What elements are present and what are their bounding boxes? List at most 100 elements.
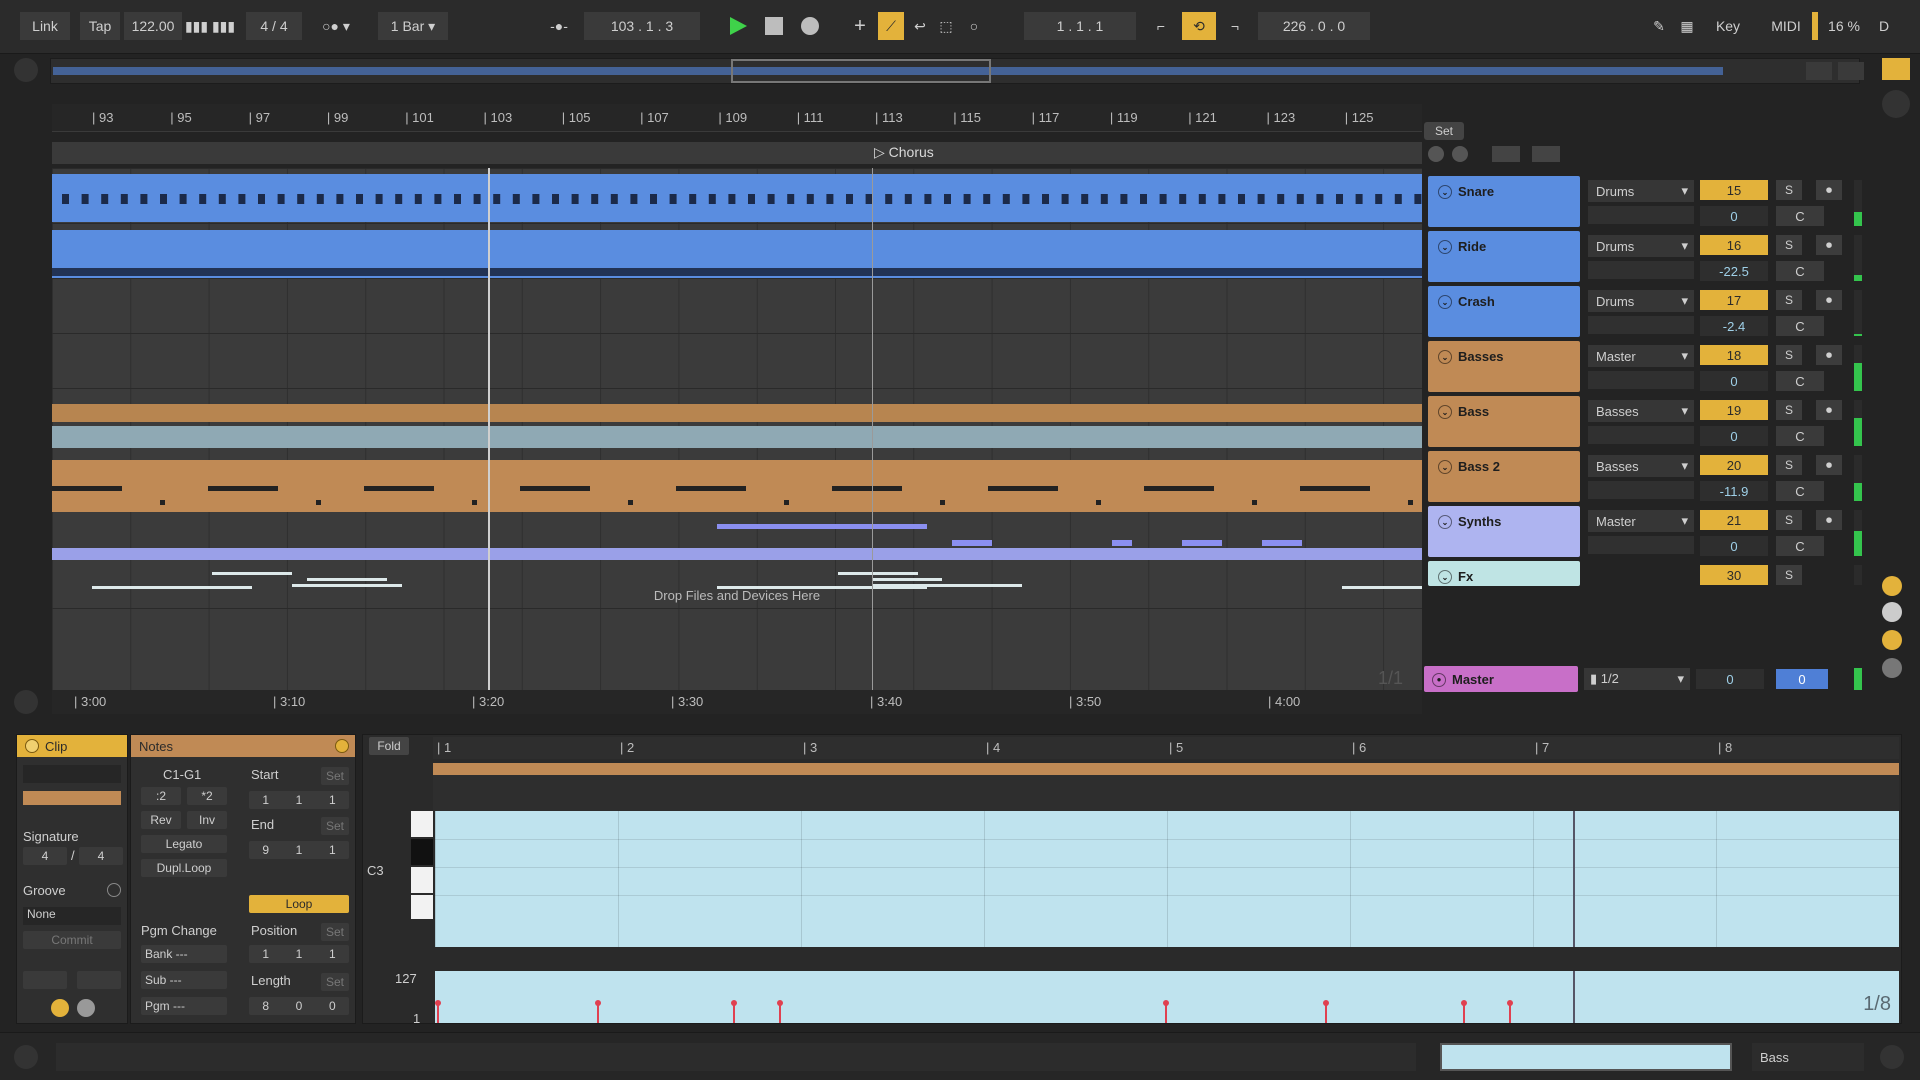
track-activator[interactable]: 16 xyxy=(1700,235,1768,255)
overview-toggle-icon[interactable] xyxy=(14,58,38,82)
snare-note[interactable] xyxy=(238,194,246,204)
white-key[interactable] xyxy=(411,867,433,893)
track-pan[interactable]: C xyxy=(1776,426,1824,446)
snare-note[interactable] xyxy=(1120,194,1128,204)
snare-note[interactable] xyxy=(669,194,677,204)
track-fold-icon[interactable]: ⌄ xyxy=(1438,240,1452,254)
snare-note[interactable] xyxy=(1022,194,1030,204)
bass2-note[interactable] xyxy=(988,486,1058,491)
snare-note[interactable] xyxy=(512,194,520,204)
next-locator-icon[interactable] xyxy=(1452,146,1468,162)
invert-button[interactable]: Inv xyxy=(187,811,227,829)
velocity-handle[interactable] xyxy=(731,1000,737,1006)
snare-note[interactable] xyxy=(806,194,814,204)
clip-color[interactable] xyxy=(23,791,121,805)
start-set-button[interactable]: Set xyxy=(321,767,349,785)
track-title[interactable]: ⌄ Synths xyxy=(1428,506,1580,557)
play-button[interactable] xyxy=(724,12,752,40)
track-output-channel[interactable] xyxy=(1588,536,1694,554)
reverse-button[interactable]: Rev xyxy=(141,811,181,829)
chorus-locator-line[interactable] xyxy=(872,168,873,690)
snare-note[interactable] xyxy=(1100,194,1108,204)
notes-header[interactable]: Notes xyxy=(131,735,355,757)
solo-button[interactable]: S xyxy=(1776,235,1802,255)
commit-button[interactable]: Commit xyxy=(23,931,121,949)
track-volume[interactable]: -11.9 xyxy=(1700,481,1768,501)
synth-note[interactable] xyxy=(1262,540,1302,546)
snare-note[interactable] xyxy=(1140,194,1147,204)
clip-overview[interactable] xyxy=(1440,1043,1732,1071)
track-header[interactable]: ⌄ Basses Master ▾ 18 S ⏺ 0 C xyxy=(1424,341,1920,393)
snare-note[interactable] xyxy=(356,194,363,204)
snare-note[interactable] xyxy=(1081,194,1089,204)
computer-keyboard-icon[interactable]: ▦ xyxy=(1676,12,1698,40)
locator-bar[interactable]: ▷ Chorus xyxy=(52,142,1422,164)
bass2-note-short[interactable] xyxy=(472,500,477,505)
loop-button[interactable]: Loop xyxy=(249,895,349,913)
snare-note[interactable] xyxy=(630,194,638,204)
lock-icon[interactable] xyxy=(1532,146,1560,162)
track-pan[interactable]: C xyxy=(1776,261,1824,281)
track-title[interactable]: ⌄ Crash xyxy=(1428,286,1580,337)
chorus-locator[interactable]: ▷ Chorus xyxy=(874,144,934,161)
capture-icon[interactable]: ⬚ xyxy=(936,12,956,40)
snare-note[interactable] xyxy=(650,194,657,204)
pgm-field[interactable]: Pgm --- xyxy=(141,997,227,1015)
track-header[interactable]: ⌄ Ride Drums ▾ 16 S ⏺ -22.5 C xyxy=(1424,231,1920,283)
lane-divider[interactable] xyxy=(52,223,1422,224)
white-key[interactable] xyxy=(411,895,433,919)
snare-note[interactable] xyxy=(1042,194,1049,204)
track-volume[interactable]: -2.4 xyxy=(1700,316,1768,336)
track-header[interactable]: ⌄ Bass Basses ▾ 19 S ⏺ 0 C xyxy=(1424,396,1920,448)
track-output-menu[interactable]: Master ▾ xyxy=(1588,510,1694,532)
arm-button[interactable]: ⏺ xyxy=(1816,235,1842,255)
bass2-note-short[interactable] xyxy=(316,500,321,505)
track-activator[interactable]: 17 xyxy=(1700,290,1768,310)
solo-button[interactable]: S xyxy=(1776,565,1802,585)
track-header[interactable]: ⌄ Fx 30 S xyxy=(1424,561,1920,587)
snare-note[interactable] xyxy=(336,194,344,204)
length-set-button[interactable]: Set xyxy=(321,973,349,991)
snare-note[interactable] xyxy=(493,194,501,204)
fx-clip-line[interactable] xyxy=(872,584,1022,587)
snare-note[interactable] xyxy=(767,194,775,204)
snare-note[interactable] xyxy=(297,194,305,204)
tempo-field[interactable]: 122.00 xyxy=(124,12,182,40)
automation-arm-button[interactable]: ⟋ xyxy=(878,12,904,40)
arm-button[interactable]: ⏺ xyxy=(1816,345,1842,365)
groove-hot-swap-icon[interactable] xyxy=(107,883,121,897)
snare-note[interactable] xyxy=(120,194,128,204)
snare-note[interactable] xyxy=(1218,194,1226,204)
session-view-toggle-icon[interactable] xyxy=(1882,90,1910,118)
overview-viewport[interactable] xyxy=(731,59,991,83)
clip-launch-icon[interactable] xyxy=(51,999,69,1017)
nudge-icon[interactable]: ▮▮▮ ▮▮▮ xyxy=(185,12,235,40)
lane-divider[interactable] xyxy=(52,333,1422,334)
snare-note[interactable] xyxy=(434,194,442,204)
velocity-handle[interactable] xyxy=(1507,1000,1513,1006)
snare-note[interactable] xyxy=(454,194,461,204)
loop-switch[interactable]: ⟲ xyxy=(1182,12,1216,40)
fx-clip-line[interactable] xyxy=(872,578,942,581)
snare-note[interactable] xyxy=(552,194,559,204)
bass2-note-short[interactable] xyxy=(160,500,165,505)
track-activator[interactable]: 21 xyxy=(1700,510,1768,530)
snare-note[interactable] xyxy=(160,194,167,204)
snare-note[interactable] xyxy=(571,194,579,204)
snare-note[interactable] xyxy=(1336,194,1343,204)
snare-note[interactable] xyxy=(983,194,991,204)
snare-note[interactable] xyxy=(218,194,226,204)
master-title[interactable]: ● Master xyxy=(1424,666,1578,692)
bass2-note[interactable] xyxy=(364,486,434,491)
basses-group-strip[interactable] xyxy=(52,404,1422,422)
midi-map-button[interactable]: MIDI xyxy=(1764,12,1808,40)
tap-button[interactable]: Tap xyxy=(80,12,120,40)
clip-nav-left[interactable] xyxy=(23,971,67,989)
solo-button[interactable]: S xyxy=(1776,345,1802,365)
snare-note[interactable] xyxy=(1238,194,1245,204)
fx-clip-line[interactable] xyxy=(838,572,918,575)
bass2-note[interactable] xyxy=(832,486,902,491)
arm-button[interactable]: ⏺ xyxy=(1816,510,1842,530)
bass2-note[interactable] xyxy=(52,486,122,491)
synths-group-strip[interactable] xyxy=(52,548,1422,560)
